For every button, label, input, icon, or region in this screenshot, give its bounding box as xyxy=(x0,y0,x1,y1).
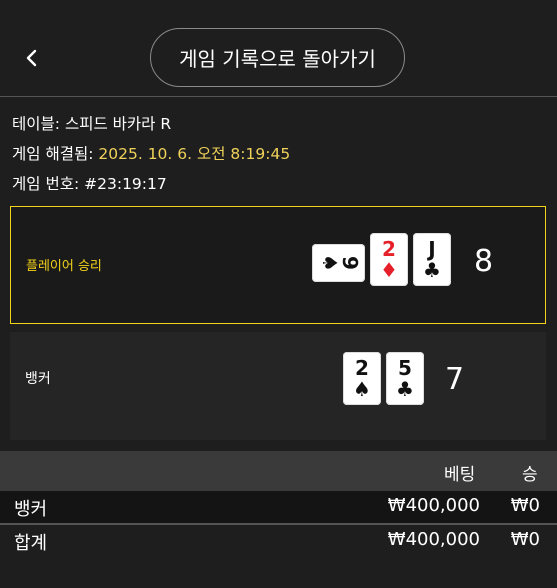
back-to-game-history-button[interactable]: 게임 기록으로 돌아가기 xyxy=(150,28,405,87)
win-amount: ₩0 xyxy=(510,495,540,516)
banker-card-2: 5 ♣ xyxy=(386,352,424,405)
bet-column-header: 베팅 xyxy=(444,465,476,485)
banker-total: 7 xyxy=(445,362,465,397)
header-divider xyxy=(0,96,557,97)
game-number-value: #23:19:17 xyxy=(84,175,167,193)
resolved-value: 2025. 10. 6. 오전 8:19:45 xyxy=(98,145,291,163)
win-column-header: 승 xyxy=(522,465,538,485)
card-rank: 9 xyxy=(337,256,362,270)
card-rank: 2 xyxy=(382,237,396,261)
table-row: 뱅커 ₩400,000 ₩0 xyxy=(0,491,557,523)
bet-name: 뱅커 xyxy=(14,499,48,520)
player-hand-panel: 플레이어 승리 ♠ 9 2 ♦ J ♣ 8 xyxy=(10,206,546,324)
table-value: 스피드 바카라 R xyxy=(64,115,172,133)
card-rank: 2 xyxy=(355,356,369,380)
banker-card-1: 2 ♠ xyxy=(343,352,381,405)
total-bet-amount: ₩400,000 xyxy=(387,529,480,550)
player-cards: ♠ 9 2 ♦ J ♣ xyxy=(312,233,451,286)
card-suit: ♣ xyxy=(396,377,414,401)
table-label: 테이블: xyxy=(12,115,61,133)
total-row: 합계 ₩400,000 ₩0 xyxy=(0,525,557,557)
banker-label: 뱅커 xyxy=(25,371,51,387)
card-suit: ♠ xyxy=(353,377,371,401)
back-button[interactable] xyxy=(18,42,46,74)
player-card-1: ♠ 9 xyxy=(312,244,365,282)
card-suit: ♣ xyxy=(423,258,441,282)
total-win-amount: ₩0 xyxy=(510,529,540,550)
bet-amount: ₩400,000 xyxy=(387,495,480,516)
header: 게임 기록으로 돌아가기 xyxy=(0,0,557,96)
card-suit: ♦ xyxy=(380,258,398,282)
bets-table-header: 베팅 승 xyxy=(0,451,557,491)
table-info: 테이블: 스피드 바카라 R xyxy=(12,112,171,134)
player-result-label: 플레이어 승리 xyxy=(26,259,102,274)
card-suit: ♠ xyxy=(317,254,342,272)
total-label: 합계 xyxy=(14,533,48,554)
resolved-label: 게임 해결됨: xyxy=(12,145,94,163)
resolved-info: 게임 해결됨: 2025. 10. 6. 오전 8:19:45 xyxy=(12,142,290,164)
player-card-3: J ♣ xyxy=(413,233,451,286)
player-total: 8 xyxy=(474,244,494,279)
player-card-2: 2 ♦ xyxy=(370,233,408,286)
banker-hand-panel: 뱅커 2 ♠ 5 ♣ 7 xyxy=(10,332,546,440)
card-rank: J xyxy=(428,237,436,261)
banker-cards: 2 ♠ 5 ♣ xyxy=(343,352,424,405)
game-number-label: 게임 번호: xyxy=(12,175,80,193)
chevron-left-icon xyxy=(26,49,37,67)
game-number-info: 게임 번호: #23:19:17 xyxy=(12,172,167,194)
card-rank: 5 xyxy=(398,356,412,380)
